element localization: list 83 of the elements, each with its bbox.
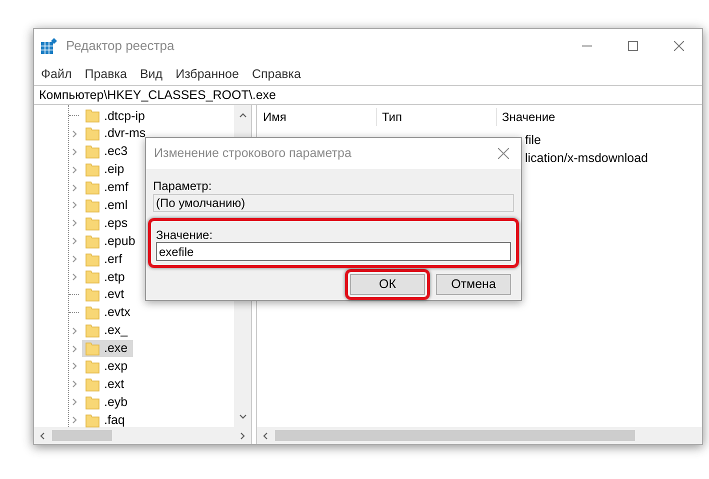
chevron-icon[interactable] <box>71 362 79 370</box>
tree-item[interactable]: .eip <box>82 160 130 179</box>
tree-item[interactable]: .eml <box>82 196 133 214</box>
folder-icon <box>85 323 100 338</box>
folder-icon <box>85 252 100 267</box>
tree-item[interactable]: .eps <box>82 214 133 232</box>
chevron-icon[interactable] <box>239 432 247 440</box>
tree-item[interactable]: .dtcp-ip <box>82 107 150 125</box>
chevron-icon[interactable] <box>71 201 79 210</box>
folder-icon <box>85 180 100 195</box>
folder-icon <box>85 412 100 428</box>
value-field[interactable]: exefile <box>156 242 511 261</box>
folder-icon <box>85 234 100 249</box>
folder-icon <box>85 162 100 178</box>
tree-item[interactable]: .eyb <box>82 393 133 412</box>
window-title: Редактор реестра <box>66 37 174 56</box>
column-header[interactable]: Тип <box>377 108 497 126</box>
tree-item[interactable]: .faq <box>82 411 130 430</box>
chevron-icon[interactable] <box>71 326 79 335</box>
tree-item[interactable]: .exe <box>82 340 133 358</box>
table-cell-text: lication/x-msdownload <box>525 150 648 167</box>
tree-item[interactable]: .ex_ <box>82 322 133 340</box>
folder-icon <box>85 108 100 124</box>
folder-icon <box>85 126 100 142</box>
chevron-icon[interactable] <box>238 111 246 119</box>
folder-icon <box>85 341 100 356</box>
address-bar[interactable]: Компьютер\HKEY_CLASSES_ROOT\.exe <box>34 85 702 105</box>
tree-item[interactable]: .evt <box>82 286 130 304</box>
folder-icon <box>85 376 100 392</box>
horizontal-scrollbar[interactable] <box>34 427 251 444</box>
scrollbar-thumb[interactable] <box>52 430 112 441</box>
close-icon <box>674 41 684 51</box>
close-icon[interactable] <box>498 148 509 159</box>
name-field: (По умолчанию) <box>153 194 514 212</box>
tree-item[interactable]: .evtx <box>82 304 136 322</box>
tree-item[interactable]: .emf <box>82 178 134 196</box>
folder-icon <box>85 216 100 231</box>
tree-item[interactable]: .exp <box>82 357 133 376</box>
folder-icon <box>85 358 100 374</box>
field-label: Значение: <box>156 227 214 242</box>
folder-icon <box>85 144 100 160</box>
dialog-button[interactable]: ОК <box>350 274 425 295</box>
maximize-icon <box>628 41 638 51</box>
chevron-icon[interactable] <box>71 166 79 174</box>
chevron-icon[interactable] <box>71 272 79 281</box>
field-label: Параметр: <box>153 178 213 193</box>
tree-item[interactable]: .ec3 <box>82 142 133 161</box>
tree-item[interactable]: .epub <box>82 232 140 250</box>
folder-icon <box>85 305 100 320</box>
horizontal-scrollbar[interactable] <box>257 427 702 444</box>
menu-item[interactable]: Справка <box>252 64 301 84</box>
chevron-icon[interactable] <box>38 432 46 440</box>
chevron-icon[interactable] <box>71 380 79 388</box>
scrollbar-thumb[interactable] <box>275 430 635 441</box>
chevron-icon[interactable] <box>71 219 79 228</box>
menu-item[interactable]: Файл <box>41 64 72 84</box>
chevron-icon[interactable] <box>71 130 79 138</box>
tree-item[interactable]: .erf <box>82 250 128 268</box>
chevron-icon[interactable] <box>71 255 79 264</box>
tree-item[interactable]: .etp <box>82 268 130 286</box>
folder-icon <box>85 269 100 284</box>
table-cell-text: file <box>525 132 541 149</box>
tree-item[interactable]: .dvr-ms <box>82 124 151 143</box>
dialog-button[interactable]: Отмена <box>436 274 511 295</box>
chevron-icon[interactable] <box>71 398 79 406</box>
folder-icon <box>85 198 100 213</box>
column-header[interactable]: Значение <box>497 108 556 126</box>
folder-icon <box>85 287 100 302</box>
chevron-icon[interactable] <box>261 432 269 440</box>
folder-icon <box>85 394 100 410</box>
chevron-icon[interactable] <box>238 413 246 421</box>
column-header[interactable]: Имя <box>257 108 377 126</box>
tree-item[interactable]: .ext <box>82 375 130 394</box>
dialog-title: Изменение строкового параметра <box>154 145 352 162</box>
menu-item[interactable]: Вид <box>140 64 163 84</box>
chevron-icon[interactable] <box>71 148 79 156</box>
chevron-icon[interactable] <box>71 237 79 246</box>
chevron-icon[interactable] <box>71 416 79 424</box>
menu-item[interactable]: Правка <box>84 64 127 84</box>
menu-item[interactable]: Избранное <box>176 64 239 84</box>
chevron-icon[interactable] <box>71 184 79 192</box>
chevron-icon[interactable] <box>71 344 79 353</box>
registry-icon <box>40 37 58 55</box>
